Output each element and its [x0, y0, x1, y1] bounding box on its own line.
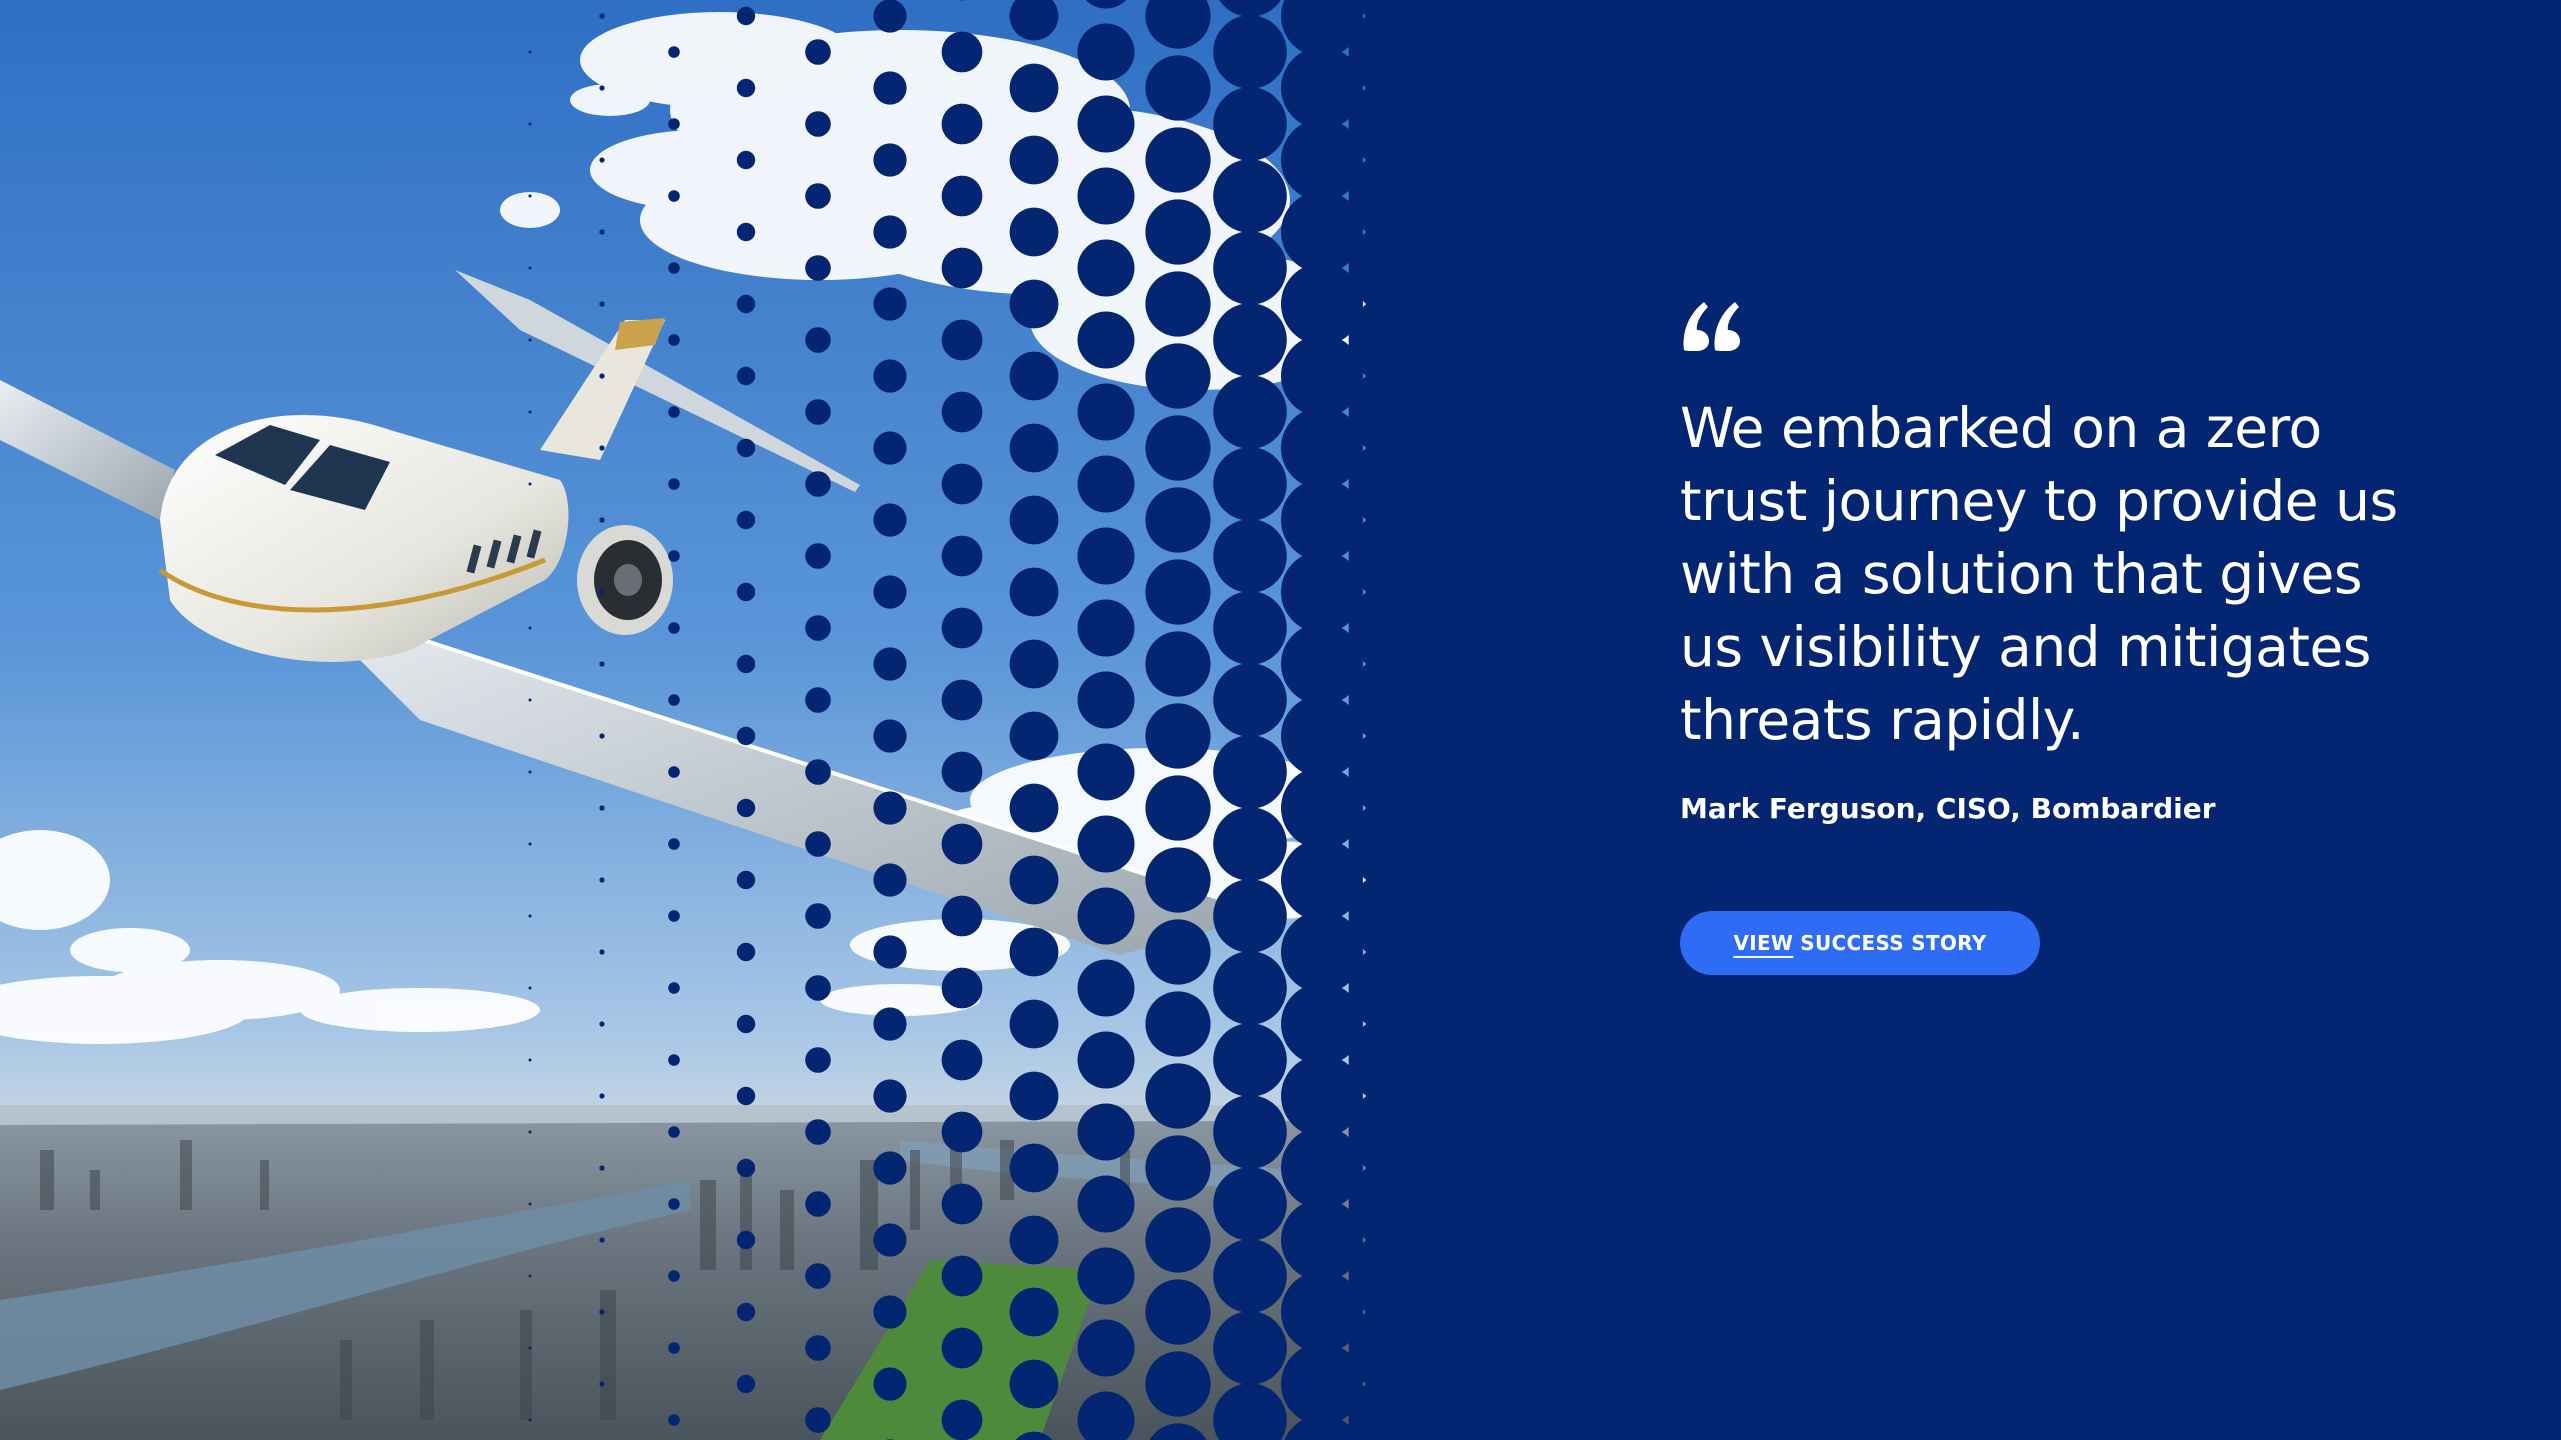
testimonial: We embarked on a zero trust journey to p…: [1680, 300, 2440, 975]
quote-mark-icon: [1683, 302, 1740, 351]
quote-text: We embarked on a zero trust journey to p…: [1680, 396, 2398, 752]
view-success-story-button[interactable]: VIEW SUCCESS STORY: [1680, 911, 2040, 975]
cta-label-underlined: VIEW: [1733, 931, 1794, 955]
jet-over-city-illustration: [0, 0, 1520, 1440]
quote-attribution: Mark Ferguson, CISO, Bombardier: [1680, 792, 2216, 825]
cta-label-rest: SUCCESS STORY: [1800, 931, 1987, 955]
testimonial-banner: We embarked on a zero trust journey to p…: [0, 0, 2561, 1440]
hero-photo: [0, 0, 1520, 1440]
